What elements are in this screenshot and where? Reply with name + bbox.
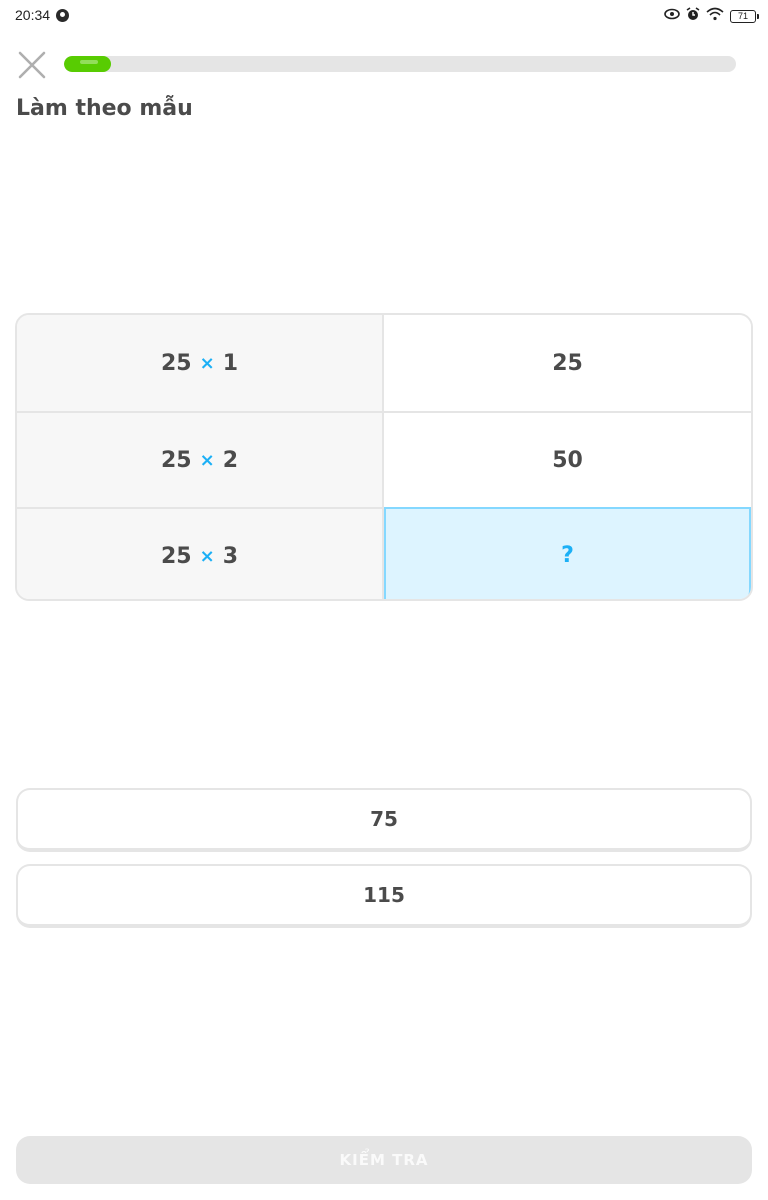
wifi-icon [706, 7, 724, 26]
check-button[interactable]: KIỂM TRA [16, 1136, 752, 1184]
table-row: 25 × 2 50 [17, 411, 751, 507]
expression-cell: 25 × 1 [17, 315, 384, 411]
expression-cell: 25 × 3 [17, 507, 384, 599]
table-row: 25 × 3 ? [17, 507, 751, 599]
multiplier: 3 [222, 543, 239, 569]
result-cell: 25 [384, 315, 751, 411]
progress-fill [64, 56, 112, 72]
account-icon [56, 9, 69, 22]
multiplier: 1 [222, 350, 239, 376]
pattern-table: 25 × 1 25 25 × 2 50 25 × 3 ? [15, 313, 753, 601]
multiplicand: 25 [160, 350, 192, 376]
multiplicand: 25 [160, 447, 192, 473]
multiplier: 2 [222, 447, 239, 473]
close-icon [18, 51, 46, 79]
close-button[interactable] [15, 48, 49, 82]
choice-option-115[interactable]: 115 [16, 864, 752, 928]
multiplicand: 25 [160, 543, 192, 569]
alarm-icon [686, 6, 700, 26]
table-row: 25 × 1 25 [17, 315, 751, 411]
result-cell: 50 [384, 411, 751, 507]
battery-icon: 71 [730, 9, 759, 23]
expression-cell: 25 × 2 [17, 411, 384, 507]
lesson-progress-bar [64, 56, 736, 72]
multiply-sign: × [199, 545, 215, 567]
prompt-title: Làm theo mẫu [16, 96, 193, 121]
status-icons: 71 [664, 6, 759, 26]
progress-shine [80, 60, 98, 64]
eye-icon [664, 7, 680, 25]
choice-option-75[interactable]: 75 [16, 788, 752, 852]
status-time: 20:34 [15, 7, 51, 23]
multiply-sign: × [199, 449, 215, 471]
answer-slot[interactable]: ? [384, 507, 751, 599]
multiply-sign: × [199, 352, 215, 374]
status-bar: 20:34 71 [0, 0, 768, 32]
